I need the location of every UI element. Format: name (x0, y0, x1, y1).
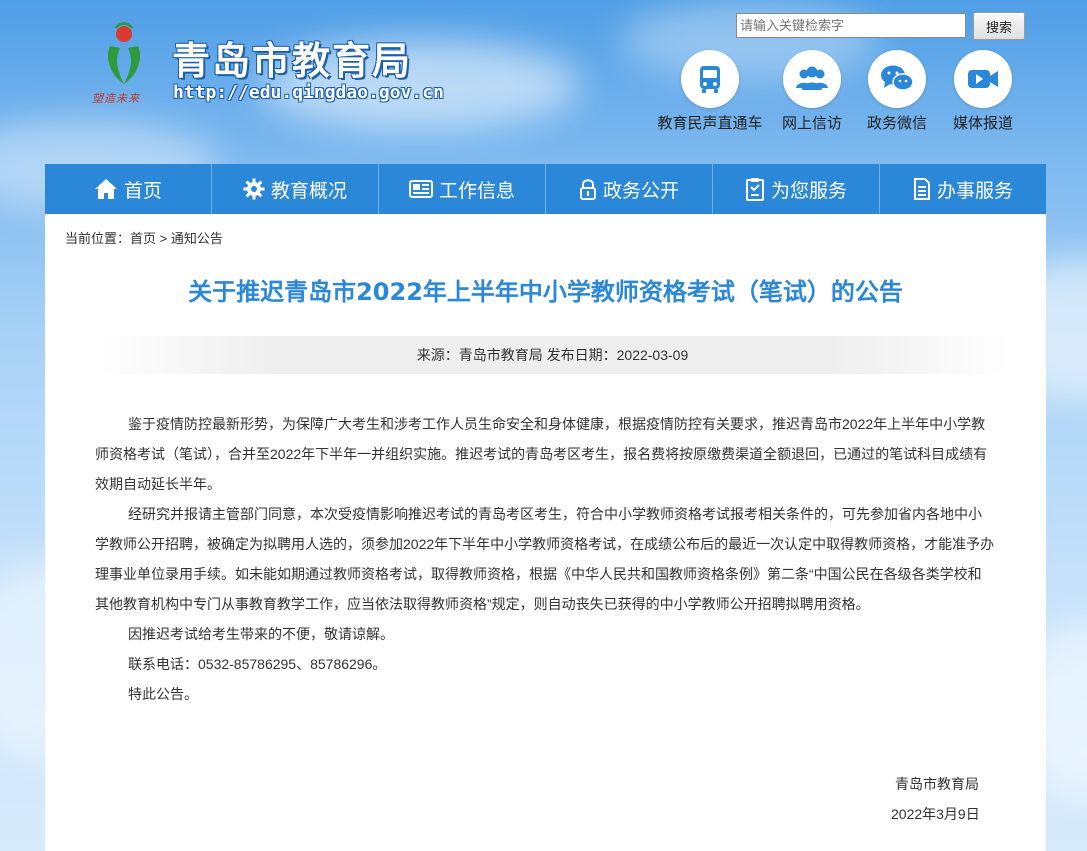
nav-item-label: 政务公开 (602, 180, 679, 202)
article-body: 鉴于疫情防控最新形势，为保障广大考生和涉考工作人员生命安全和身体健康，根据疫情防… (95, 409, 995, 709)
nav-item-label: 首页 (123, 180, 162, 202)
breadcrumb-separator: > (156, 231, 171, 246)
video-camera-icon (954, 50, 1012, 108)
nav-item-label: 工作信息 (438, 180, 515, 202)
nav-item-services[interactable]: 为您服务 (713, 164, 880, 214)
logo-emblem-icon (107, 22, 141, 84)
breadcrumb-current-link[interactable]: 通知公告 (171, 231, 223, 246)
newspaper-icon (408, 180, 433, 198)
bus-icon (681, 50, 739, 108)
quick-link-label: 媒体报道 (952, 115, 1013, 132)
signature-org: 青岛市教育局 (895, 776, 979, 792)
signature-date: 2022年3月9日 (891, 806, 980, 822)
article-paragraph: 经研究并报请主管部门同意，本次受疫情影响推迟考试的青岛考区考生，符合中小学教师资… (95, 506, 995, 612)
quick-link-bus[interactable]: 教育民声直通车 (655, 50, 765, 133)
home-icon (94, 179, 117, 199)
article-paragraph: 特此公告。 (128, 686, 198, 702)
article-paragraph: 鉴于疫情防控最新形势，为保障广大考生和涉考工作人员生命安全和身体健康，根据疫情防… (95, 416, 988, 492)
document-icon (913, 178, 930, 200)
nav-item-affairs[interactable]: 办事服务 (880, 164, 1046, 214)
users-icon (783, 50, 841, 108)
wechat-icon (868, 50, 926, 108)
gear-icon (243, 178, 265, 200)
article-paragraph: 联系电话：0532-85786295、85786296。 (128, 656, 387, 672)
breadcrumb-home-link[interactable]: 首页 (130, 231, 156, 246)
nav-item-label: 为您服务 (770, 180, 847, 202)
quick-link-media[interactable]: 媒体报道 (928, 50, 1038, 133)
search-button[interactable]: 搜索 (973, 12, 1025, 40)
logo-slogan: 塑造未来 (92, 92, 140, 105)
nav-item-label: 教育概况 (270, 180, 347, 202)
clipboard-icon (745, 178, 764, 201)
search-input[interactable] (736, 13, 966, 38)
quick-links: 教育民声直通车 网上信访 政务微信 媒体报道 (655, 50, 1025, 135)
breadcrumb: 当前位置：首页 > 通知公告 (65, 228, 223, 247)
quick-link-label: 教育民声直通车 (657, 115, 763, 132)
site-title[interactable]: 青岛市教育局 (172, 30, 412, 85)
nav-item-home[interactable]: 首页 (45, 164, 212, 214)
site-url: http://edu.qingdao.gov.cn (173, 82, 444, 103)
breadcrumb-prefix: 当前位置： (65, 231, 131, 246)
site-logo[interactable]: 塑造未来 (92, 18, 162, 113)
nav-item-gov-open[interactable]: 政务公开 (546, 164, 713, 214)
article-paragraph: 因推迟考试给考生带来的不便，敬请谅解。 (128, 626, 394, 642)
nav-item-label: 办事服务 (936, 180, 1013, 202)
nav-item-work-info[interactable]: 工作信息 (379, 164, 546, 214)
article-title: 关于推迟青岛市2022年上半年中小学教师资格考试（笔试）的公告 (188, 278, 903, 306)
main-nav: 首页 教育概况 工作信息 政务公开 为您服务 办事服务 (45, 164, 1046, 214)
article-meta: 来源：青岛市教育局 发布日期：2022-03-09 (95, 336, 1010, 374)
lock-icon (579, 179, 596, 200)
nav-item-overview[interactable]: 教育概况 (212, 164, 379, 214)
main-content: 当前位置：首页 > 通知公告 关于推迟青岛市2022年上半年中小学教师资格考试（… (45, 214, 1046, 851)
